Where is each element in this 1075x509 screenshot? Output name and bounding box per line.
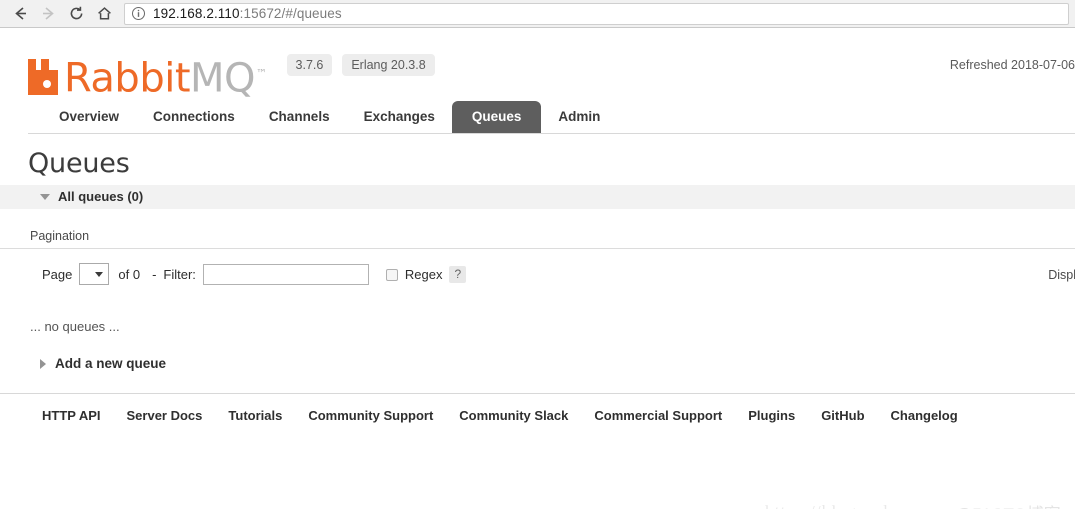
- add-queue-label: Add a new queue: [55, 356, 167, 371]
- watermark-url: https://blog.csdn.n: [765, 502, 913, 509]
- displaying-text: Displ: [1048, 268, 1075, 282]
- home-button[interactable]: [90, 1, 118, 27]
- chevron-right-icon: [40, 358, 46, 369]
- arrow-left-icon: [14, 7, 26, 20]
- tab-exchanges[interactable]: Exchanges: [347, 101, 452, 133]
- footer-link-http-api[interactable]: HTTP API: [42, 408, 101, 423]
- chevron-down-icon: [40, 193, 50, 200]
- logo-text-mq: MQ: [190, 55, 256, 102]
- page-title: Queues: [28, 148, 130, 179]
- site-header: RabbitMQ™ 3.7.6 Erlang 20.3.8 Refreshed …: [28, 28, 1075, 102]
- footer-link-github[interactable]: GitHub: [821, 408, 864, 423]
- info-circle-icon[interactable]: [131, 6, 146, 21]
- url-host: 192.168.2.110: [153, 6, 240, 21]
- home-icon: [97, 7, 111, 20]
- footer-link-plugins[interactable]: Plugins: [748, 408, 795, 423]
- regex-label: Regex: [404, 266, 443, 282]
- version-badges: 3.7.6 Erlang 20.3.8: [286, 54, 445, 76]
- footer-link-commercial-support[interactable]: Commercial Support: [594, 408, 722, 423]
- erlang-version-badge: Erlang 20.3.8: [342, 54, 435, 76]
- filter-label: Filter:: [163, 266, 196, 282]
- reload-icon: [70, 6, 82, 20]
- back-button[interactable]: [6, 1, 34, 27]
- browser-toolbar: 192.168.2.110:15672/#/queues: [0, 0, 1075, 28]
- footer-link-tutorials[interactable]: Tutorials: [228, 408, 282, 423]
- url-path: :15672/#/queues: [239, 6, 342, 21]
- version-badge: 3.7.6: [286, 54, 333, 76]
- pagination-label: Pagination: [30, 229, 90, 243]
- regex-checkbox[interactable]: [385, 269, 398, 281]
- arrow-right-icon: [42, 7, 54, 20]
- main-navigation: Overview Connections Channels Exchanges …: [28, 101, 1075, 134]
- page-label: Page: [42, 266, 73, 282]
- footer-link-changelog[interactable]: Changelog: [891, 408, 958, 423]
- footer-link-server-docs[interactable]: Server Docs: [127, 408, 203, 423]
- tab-queues[interactable]: Queues: [451, 101, 542, 133]
- page-count-label: of 0: [118, 266, 141, 282]
- pagination-controls: Page of 0 - Filter: Regex ? Displ: [28, 249, 1075, 285]
- forward-button[interactable]: [34, 1, 62, 27]
- address-bar[interactable]: 192.168.2.110:15672/#/queues: [124, 2, 1069, 25]
- rabbitmq-logo[interactable]: RabbitMQ™: [28, 54, 267, 98]
- reload-button[interactable]: [62, 1, 90, 27]
- logo-text-rabbit: Rabbit: [64, 55, 191, 102]
- regex-help-button[interactable]: ?: [449, 265, 467, 283]
- all-queues-label: All queues (0): [58, 189, 144, 204]
- chevron-down-icon: [95, 271, 104, 277]
- logo-wordmark: RabbitMQ™: [64, 54, 267, 98]
- tab-admin[interactable]: Admin: [541, 101, 617, 133]
- address-bar-url: 192.168.2.110:15672/#/queues: [153, 6, 342, 21]
- empty-state-message: ... no queues ...: [30, 319, 120, 334]
- footer-links: HTTP API Server Docs Tutorials Community…: [28, 394, 1075, 423]
- footer-link-community-support[interactable]: Community Support: [308, 408, 433, 423]
- tab-channels[interactable]: Channels: [252, 101, 347, 133]
- all-queues-section-header[interactable]: All queues (0): [0, 185, 1075, 209]
- tab-connections[interactable]: Connections: [136, 101, 252, 133]
- footer-link-community-slack[interactable]: Community Slack: [459, 408, 568, 423]
- rabbitmq-logo-icon: [28, 59, 62, 96]
- tab-overview[interactable]: Overview: [42, 101, 136, 133]
- watermark-badge: @51CTO博客: [955, 500, 1061, 509]
- logo-trademark: ™: [256, 67, 267, 80]
- refreshed-timestamp: Refreshed 2018-07-06: [949, 58, 1075, 72]
- rabbitmq-management-page: RabbitMQ™ 3.7.6 Erlang 20.3.8 Refreshed …: [0, 28, 1075, 509]
- page-select[interactable]: [79, 263, 110, 285]
- add-queue-section-header[interactable]: Add a new queue: [28, 334, 1075, 371]
- queues-content: Queues All queues (0) Pagination Page of…: [0, 134, 1075, 423]
- filter-input[interactable]: [202, 263, 369, 285]
- filter-separator: -: [152, 266, 157, 282]
